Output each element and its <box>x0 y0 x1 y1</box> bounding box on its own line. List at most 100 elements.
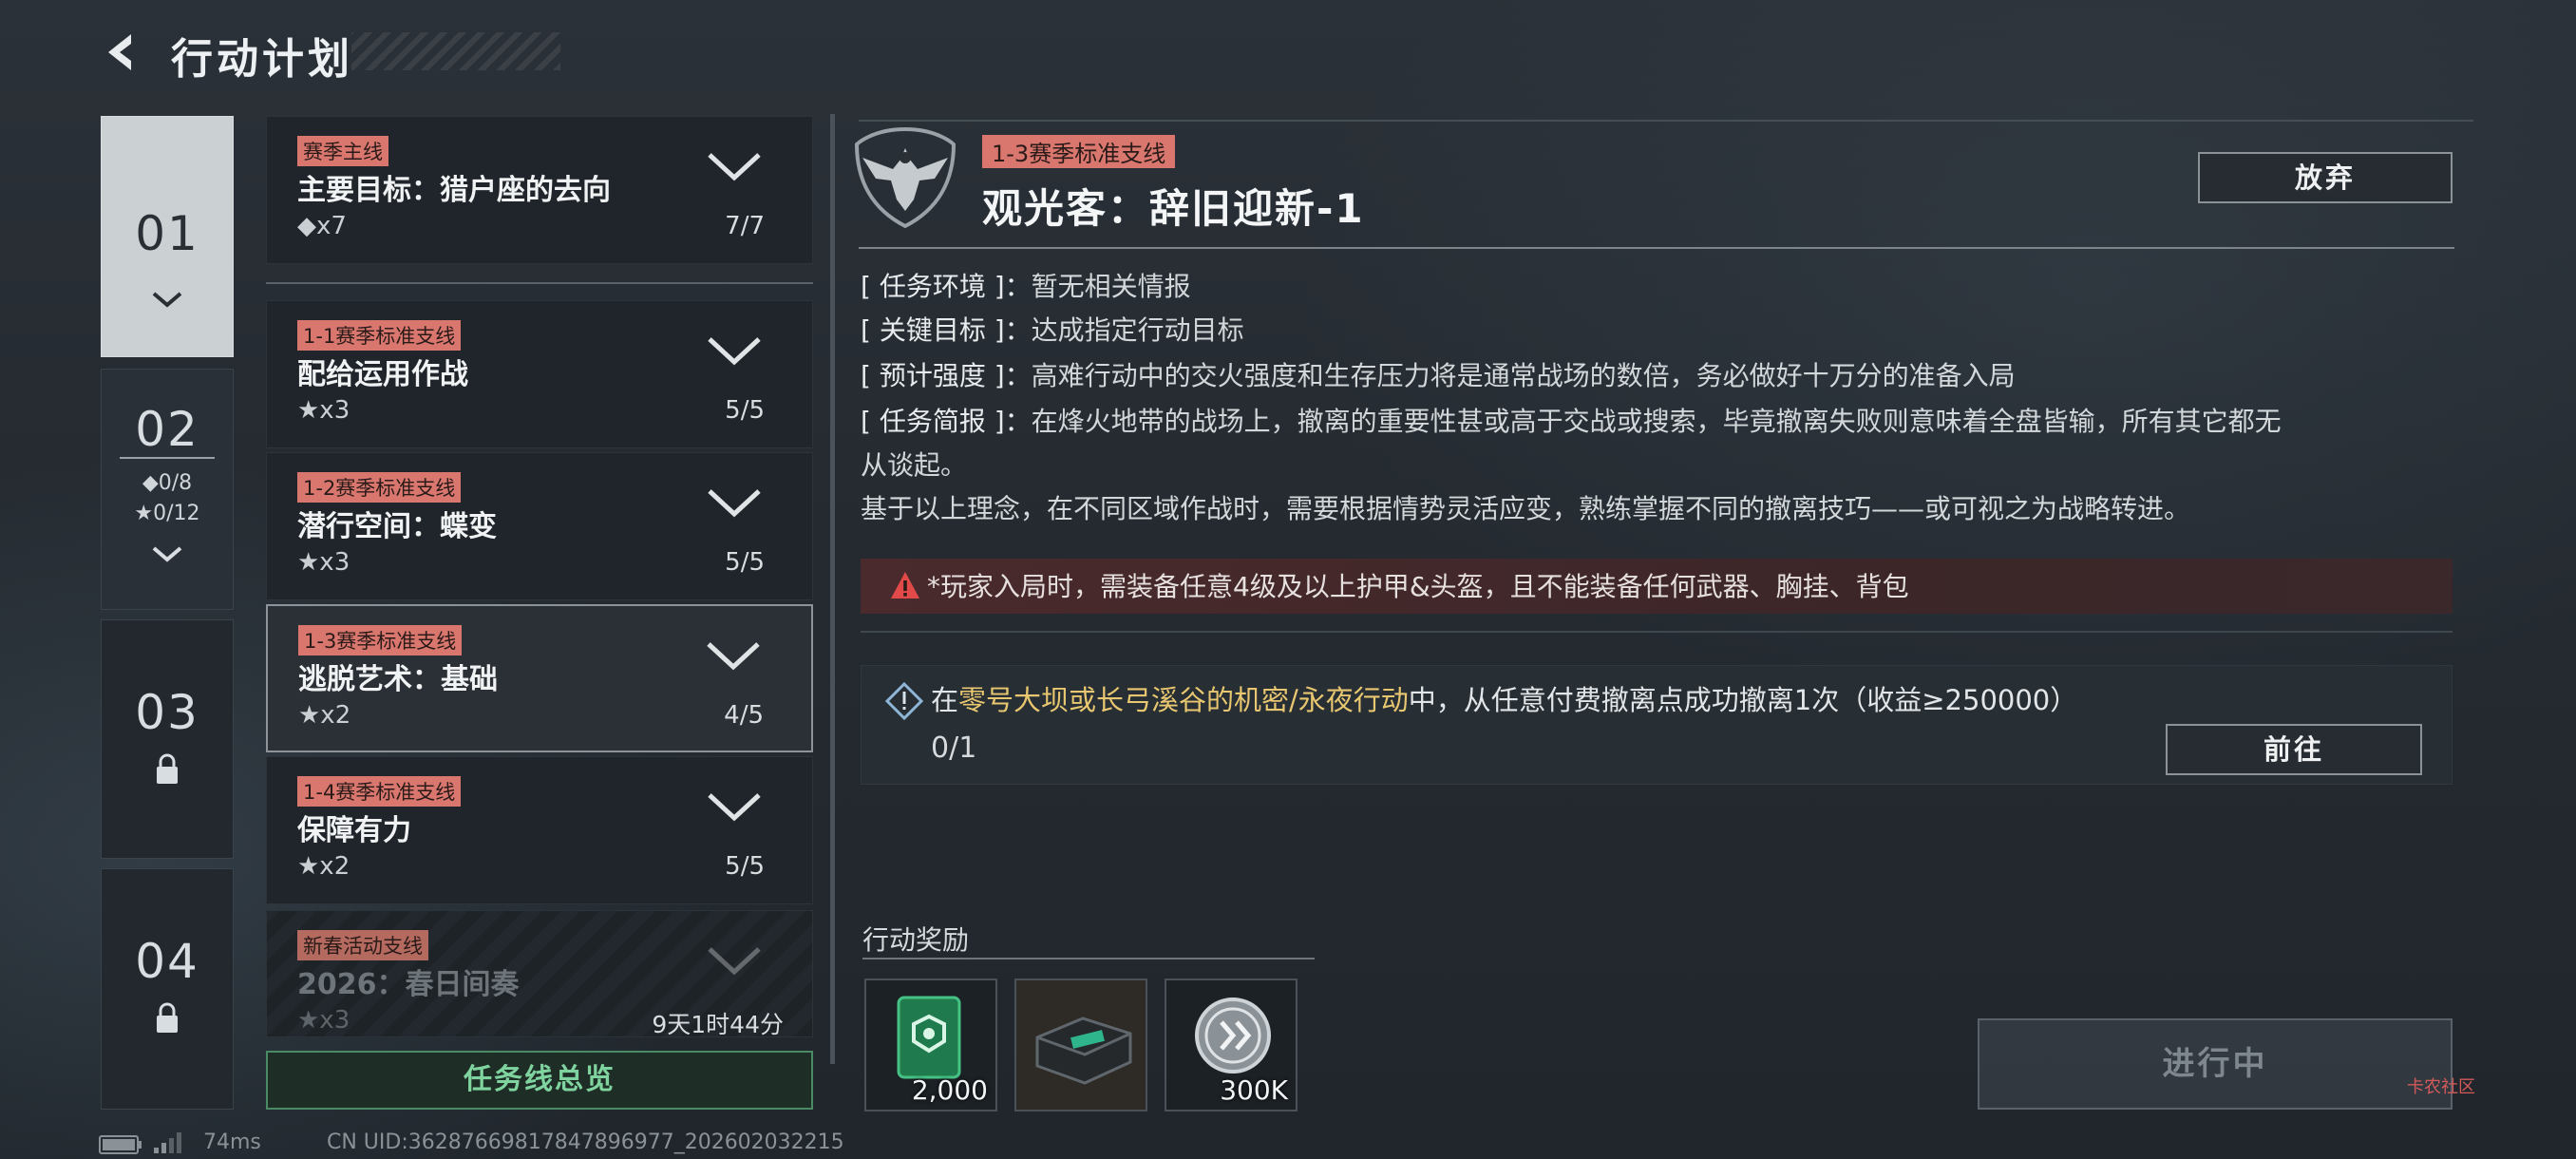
task-item-1-1[interactable]: 1-1赛季标准支线 配给运用作战 ★x3 5/5 <box>266 300 813 448</box>
task-name: 主要目标：猎户座的去向 <box>297 174 611 207</box>
chapter-star-count: ★0/12 <box>134 502 200 525</box>
page-title: 行动计划 <box>171 35 353 84</box>
task-item-1-2[interactable]: 1-2赛季标准支线 潜行空间：蝶变 ★x3 5/5 <box>266 452 813 600</box>
task-progress: 7/7 <box>725 212 765 240</box>
info-value: 在烽火地带的战场上，撤离的重要性甚或高于交战或搜索，毕竟撤离失败则意味着全盘皆输… <box>1031 406 2282 437</box>
task-item-1-4[interactable]: 1-4赛季标准支线 保障有力 ★x2 5/5 <box>266 756 813 904</box>
task-progress: 5/5 <box>725 548 765 577</box>
ping-readout: 74ms <box>203 1130 261 1154</box>
chevron-down-icon[interactable] <box>704 941 765 979</box>
objective-progress: 0/1 <box>931 732 977 765</box>
objective-text-pre: 在 <box>931 684 959 716</box>
info-label: [ 预计强度 ]： <box>861 360 1032 391</box>
task-tag: 1-3赛季标准支线 <box>298 625 463 656</box>
info-intensity: [ 预计强度 ]：高难行动中的交火强度和生存压力将是通常战场的数倍，务必做好十万… <box>861 355 2016 397</box>
back-arrow-icon[interactable] <box>99 28 146 76</box>
chevron-down-icon <box>152 546 182 562</box>
objective-text-post: 中，从任意付费撤离点成功撤离1次（收益≥250000） <box>1408 684 2078 716</box>
list-scrollbar[interactable] <box>830 114 835 1064</box>
task-name: 保障有力 <box>297 814 411 847</box>
supply-box-icon <box>1035 1016 1132 1085</box>
list-divider <box>266 282 813 286</box>
task-name: 潜行空间：蝶变 <box>297 510 497 543</box>
task-reward-count: ★x3 <box>297 1006 350 1035</box>
detail-top-line <box>859 120 2473 122</box>
info-label: [ 任务环境 ]： <box>861 271 1032 302</box>
signal-icon <box>154 1132 181 1153</box>
detail-tag: 1-3赛季标准支线 <box>982 135 1176 168</box>
objective-text: 在零号大坝或长弓溪谷的机密/永夜行动中，从任意付费撤离点成功撤离1次（收益≥25… <box>931 678 2077 718</box>
task-item-1-3-selected[interactable]: 1-3赛季标准支线 逃脱艺术：基础 ★x2 4/5 <box>266 604 813 752</box>
reward-item-supply-box[interactable] <box>1014 978 1147 1112</box>
rewards-underline <box>862 958 1315 960</box>
chevron-down-icon[interactable] <box>703 636 764 674</box>
task-progress: 5/5 <box>725 396 765 425</box>
task-item-main[interactable]: 赛季主线 主要目标：猎户座的去向 ◆x7 7/7 <box>266 116 813 264</box>
uid-text: CN UID:36287669817847896977_202602032215 <box>327 1130 844 1154</box>
chevron-down-icon[interactable] <box>704 332 765 370</box>
task-name: 2026：春日间奏 <box>297 968 520 1001</box>
lock-icon <box>157 1002 178 1033</box>
task-tag: 1-1赛季标准支线 <box>297 320 462 351</box>
chapter-number: 02 <box>135 402 199 457</box>
task-reward-count: ★x2 <box>297 852 350 881</box>
task-reward-count: ★x3 <box>297 548 350 577</box>
info-label: [ 任务简报 ]： <box>861 406 1032 437</box>
info-brief: [ 任务简报 ]：在烽火地带的战场上，撤离的重要性甚或高于交战或搜索，毕竟撤离失… <box>861 401 2282 443</box>
in-progress-status-button: 进行中 <box>1978 1018 2453 1110</box>
detail-separator <box>861 631 2453 633</box>
detail-title: 观光客：辞旧迎新-1 <box>982 185 1365 232</box>
task-reward-count: ★x3 <box>297 396 350 425</box>
task-progress: 5/5 <box>725 852 765 881</box>
reward-quantity: 2,000 <box>911 1074 988 1106</box>
info-key-target: [ 关键目标 ]：达成指定行动目标 <box>861 310 1244 352</box>
info-brief-extra: 基于以上理念，在不同区域作战时，需要根据情势灵活应变，熟练掌握不同的撤离技巧——… <box>861 493 2191 524</box>
mission-line-overview-button[interactable]: 任务线总览 <box>266 1051 813 1110</box>
chapter-divider <box>120 457 215 459</box>
chapter-number: 04 <box>135 934 199 989</box>
watermark-text: 卡农社区 <box>2407 1077 2475 1097</box>
warning-text: *玩家入局时，需装备任意4级及以上护甲&头盔，且不能装备任何武器、胸挂、背包 <box>927 571 1909 602</box>
chapter-tab-01[interactable]: 01 <box>101 116 234 357</box>
reward-quantity: 300K <box>1220 1074 1288 1106</box>
task-name: 逃脱艺术：基础 <box>298 663 498 696</box>
task-tag: 赛季主线 <box>297 136 388 166</box>
task-name: 配给运用作战 <box>297 358 468 391</box>
abandon-button[interactable]: 放弃 <box>2198 152 2453 203</box>
title-decoration <box>351 32 560 70</box>
reward-item-silver-coin[interactable]: 300K <box>1165 978 1297 1112</box>
chapter-number: 03 <box>135 685 199 740</box>
task-reward-count: ★x2 <box>298 701 351 730</box>
chapter-diamond-count: ◆0/8 <box>142 471 193 495</box>
lock-icon <box>157 753 178 784</box>
task-reward-count: ◆x7 <box>297 212 347 240</box>
objective-map-highlight: 零号大坝或长弓溪谷的机密/永夜行动 <box>958 684 1409 716</box>
chevron-down-icon[interactable] <box>704 788 765 826</box>
chapter-tab-04[interactable]: 04 <box>101 868 234 1110</box>
task-tag: 1-4赛季标准支线 <box>297 776 462 807</box>
task-item-spring-event[interactable]: 新春活动支线 2026：春日间奏 ★x3 9天1时44分 <box>266 910 813 1038</box>
info-value: 暂无相关情报 <box>1031 271 1191 302</box>
info-value: 高难行动中的交火强度和生存压力将是通常战场的数倍，务必做好十万分的准备入局 <box>1031 360 2016 391</box>
chevron-down-icon <box>152 292 182 308</box>
chevron-down-icon[interactable] <box>704 147 765 185</box>
chapter-number: 01 <box>135 206 199 261</box>
objective-diamond-icon <box>885 682 923 720</box>
task-tag: 新春活动支线 <box>297 930 428 960</box>
rewards-title: 行动奖励 <box>862 924 970 956</box>
detail-separator <box>859 247 2454 249</box>
goto-button[interactable]: 前往 <box>2166 724 2422 775</box>
task-progress: 4/5 <box>724 701 764 730</box>
info-value: 达成指定行动目标 <box>1031 314 1244 346</box>
battery-icon <box>99 1135 142 1154</box>
eagle-emblem-icon <box>854 126 957 229</box>
info-label: [ 关键目标 ]： <box>861 314 1032 346</box>
info-environment: [ 任务环境 ]：暂无相关情报 <box>861 266 1191 308</box>
task-tag: 1-2赛季标准支线 <box>297 472 462 503</box>
chevron-down-icon[interactable] <box>704 484 765 522</box>
info-brief-continued: 从谈起。 <box>861 449 968 481</box>
reward-item-green-card[interactable]: 2,000 <box>864 978 997 1112</box>
task-countdown: 9天1时44分 <box>652 1011 784 1038</box>
chapter-tab-03[interactable]: 03 <box>101 619 234 859</box>
chapter-tab-02[interactable]: 02 ◆0/8 ★0/12 <box>101 369 234 610</box>
